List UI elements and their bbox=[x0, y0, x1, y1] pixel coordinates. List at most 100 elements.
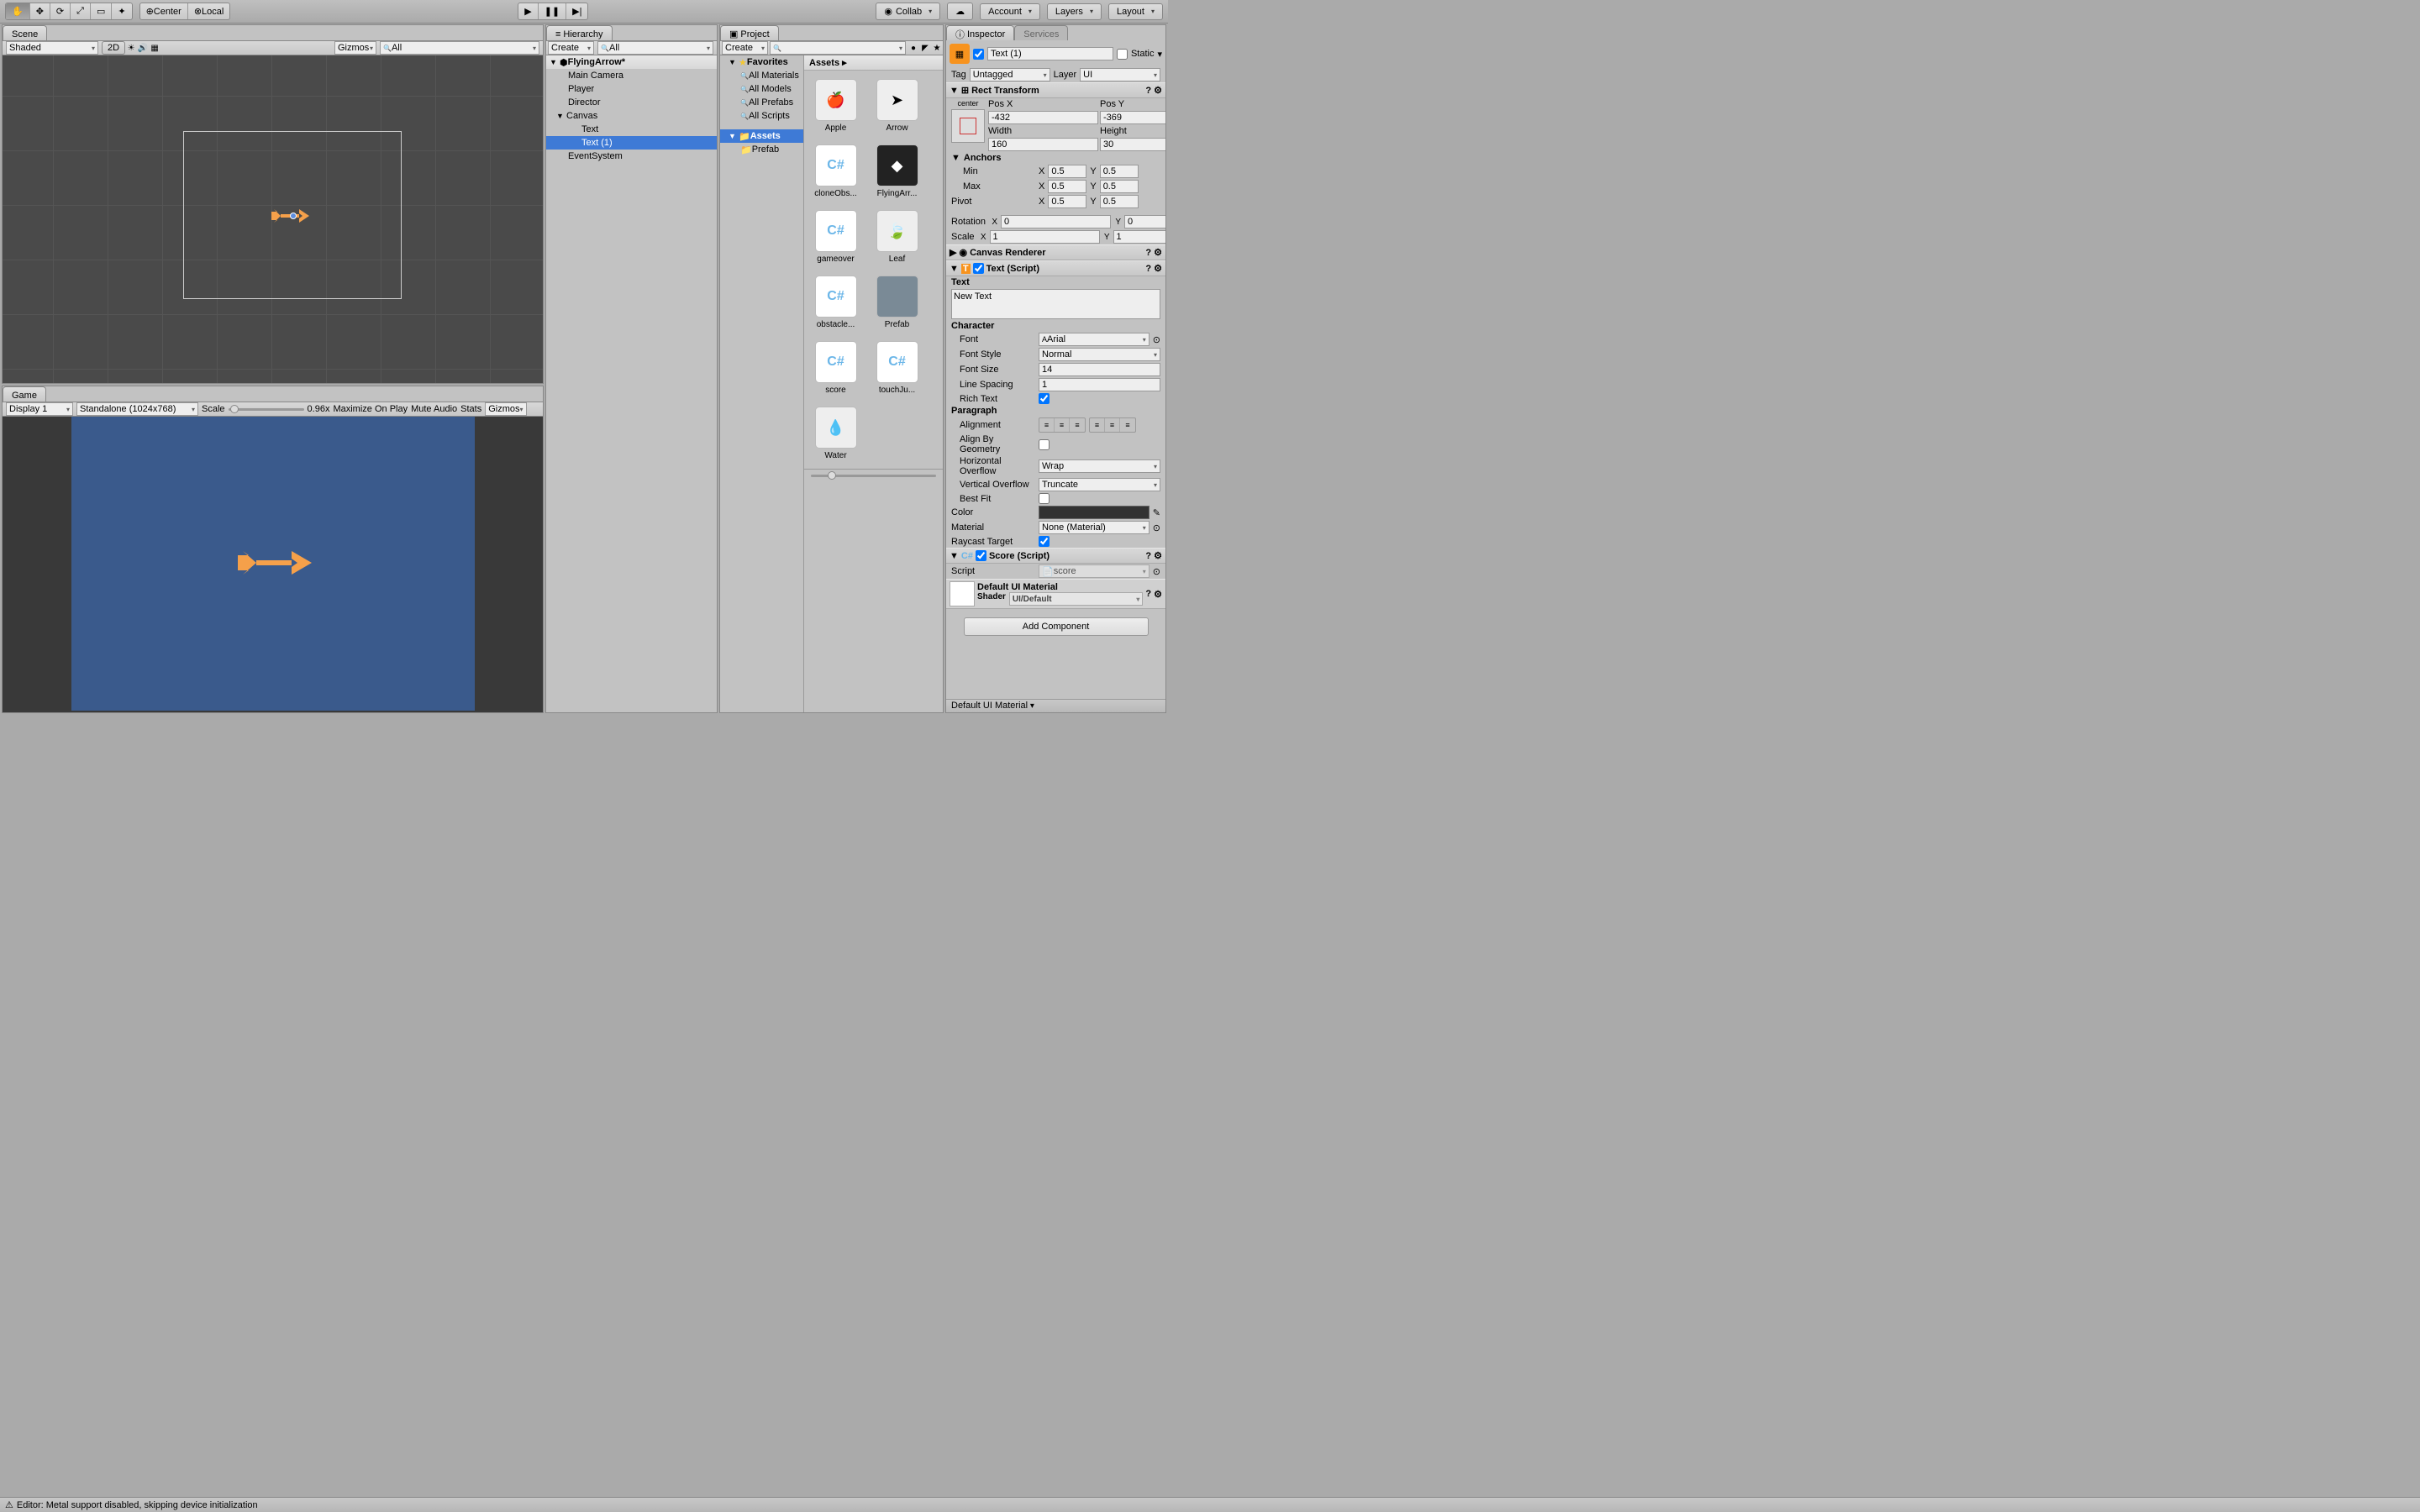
aspect-dropdown[interactable]: Standalone (1024x768) bbox=[76, 402, 198, 416]
assets-folder[interactable]: 📁 Prefab bbox=[720, 143, 803, 156]
gizmos-dropdown[interactable]: Gizmos bbox=[334, 41, 376, 55]
richtext-checkbox[interactable] bbox=[1039, 393, 1050, 404]
hierarchy-item-selected[interactable]: Text (1) bbox=[546, 136, 717, 150]
v-align-group[interactable]: ≡≡≡ bbox=[1089, 417, 1136, 433]
asset-item[interactable]: 🍎Apple bbox=[813, 79, 859, 133]
multi-tool-icon[interactable]: ✦ bbox=[112, 3, 131, 19]
anchors-foldout[interactable]: Anchors bbox=[964, 153, 1002, 163]
project-breadcrumb[interactable]: Assets ▸ bbox=[804, 55, 943, 71]
gizmo-pivot-icon[interactable] bbox=[290, 213, 297, 219]
shader-dropdown[interactable]: UI/Default bbox=[1009, 592, 1143, 606]
gear-icon[interactable]: ⚙ bbox=[1154, 550, 1162, 561]
rotate-tool-icon[interactable]: ⟳ bbox=[50, 3, 71, 19]
gear-icon[interactable]: ⚙ bbox=[1154, 247, 1162, 258]
star-icon[interactable]: ★ bbox=[931, 42, 943, 54]
help-icon[interactable]: ? bbox=[1145, 264, 1151, 274]
bestfit-checkbox[interactable] bbox=[1039, 493, 1050, 504]
services-tab[interactable]: Services bbox=[1014, 25, 1068, 40]
asset-item[interactable]: 💧Water bbox=[813, 407, 859, 460]
fav-item[interactable]: All Prefabs bbox=[720, 96, 803, 109]
hierarchy-item[interactable]: Player bbox=[546, 82, 717, 96]
asset-item[interactable]: 🍃Leaf bbox=[874, 210, 920, 264]
fav-item[interactable]: All Materials bbox=[720, 69, 803, 82]
collab-button[interactable]: ◉ Collab bbox=[876, 3, 940, 20]
scl-x[interactable] bbox=[990, 230, 1100, 244]
play-controls[interactable]: ▶ ❚❚ ▶| bbox=[518, 3, 588, 20]
max-on-play-toggle[interactable]: Maximize On Play bbox=[333, 404, 408, 414]
hierarchy-item[interactable]: EventSystem bbox=[546, 150, 717, 163]
pos-y-field[interactable] bbox=[1100, 111, 1165, 124]
pivot-y[interactable] bbox=[1100, 195, 1139, 208]
asset-item[interactable]: C#touchJu... bbox=[874, 341, 920, 395]
layout-dropdown[interactable]: Layout bbox=[1108, 3, 1163, 20]
hierarchy-item[interactable]: Text bbox=[546, 123, 717, 136]
static-checkbox[interactable] bbox=[1117, 49, 1128, 60]
account-dropdown[interactable]: Account bbox=[980, 3, 1040, 20]
asset-item[interactable]: C#cloneObs... bbox=[813, 144, 859, 198]
hierarchy-search[interactable]: All bbox=[597, 41, 713, 55]
hierarchy-item[interactable]: ▼Canvas bbox=[546, 109, 717, 123]
game-tab[interactable]: Game bbox=[3, 386, 46, 402]
asset-item[interactable]: C#obstacle... bbox=[813, 276, 859, 329]
step-icon[interactable]: ▶| bbox=[566, 3, 587, 19]
pivot-x[interactable] bbox=[1048, 195, 1086, 208]
material-field[interactable]: None (Material) bbox=[1039, 521, 1150, 534]
asset-item[interactable]: ◆FlyingArr... bbox=[874, 144, 920, 198]
scale-tool-icon[interactable]: ⤢ bbox=[71, 3, 91, 19]
score-script-header[interactable]: Score (Script) bbox=[989, 551, 1050, 561]
project-search[interactable] bbox=[770, 41, 906, 55]
voverflow-dropdown[interactable]: Truncate bbox=[1039, 478, 1160, 491]
add-component-button[interactable]: Add Component bbox=[964, 617, 1149, 636]
scene-tab[interactable]: Scene bbox=[3, 25, 47, 40]
mute-audio-toggle[interactable]: Mute Audio bbox=[411, 404, 457, 414]
rot-y[interactable] bbox=[1124, 215, 1165, 228]
asset-item[interactable]: C#score bbox=[813, 341, 859, 395]
hoverflow-dropdown[interactable]: Wrap bbox=[1039, 459, 1160, 473]
gear-icon[interactable]: ⚙ bbox=[1154, 85, 1162, 96]
filter-icon[interactable]: ● bbox=[908, 42, 919, 54]
help-icon[interactable]: ? bbox=[1145, 589, 1151, 599]
assets-root[interactable]: ▼📁 Assets bbox=[720, 129, 803, 143]
color-field[interactable] bbox=[1039, 506, 1150, 519]
project-tab[interactable]: ▣ Project bbox=[720, 25, 779, 40]
help-icon[interactable]: ? bbox=[1145, 248, 1151, 258]
pivot-center-button[interactable]: ⊕ Center bbox=[140, 3, 188, 19]
canvas-renderer-header[interactable]: Canvas Renderer bbox=[970, 248, 1046, 258]
gear-icon[interactable]: ⚙ bbox=[1154, 263, 1162, 274]
raycast-checkbox[interactable] bbox=[1039, 536, 1050, 547]
scene-search[interactable]: All bbox=[380, 41, 539, 55]
height-field[interactable] bbox=[1100, 138, 1165, 151]
scl-y[interactable] bbox=[1113, 230, 1165, 244]
object-picker-icon[interactable]: ⊙ bbox=[1153, 522, 1160, 533]
pos-x-field[interactable] bbox=[988, 111, 1098, 124]
project-create-dropdown[interactable]: Create bbox=[722, 41, 768, 55]
pivot-handle-toggle[interactable]: ⊕ Center ⊗ Local bbox=[139, 3, 231, 20]
fx-icon[interactable]: ▦ bbox=[149, 42, 160, 54]
audio-icon[interactable]: 🔊 bbox=[137, 42, 149, 54]
scene-shading-dropdown[interactable]: Shaded bbox=[6, 41, 98, 55]
label-icon[interactable]: ◤ bbox=[919, 42, 931, 54]
asset-item[interactable]: Prefab bbox=[874, 276, 920, 329]
hierarchy-item[interactable]: Main Camera bbox=[546, 69, 717, 82]
anchor-preset-button[interactable] bbox=[951, 109, 985, 143]
scale-slider[interactable] bbox=[229, 408, 304, 411]
layers-dropdown[interactable]: Layers bbox=[1047, 3, 1102, 20]
stats-toggle[interactable]: Stats bbox=[460, 404, 481, 414]
rot-x[interactable] bbox=[1001, 215, 1111, 228]
score-enabled[interactable] bbox=[976, 550, 986, 561]
hierarchy-tab[interactable]: ≡ Hierarchy bbox=[546, 25, 613, 40]
hierarchy-item[interactable]: Director bbox=[546, 96, 717, 109]
fav-item[interactable]: All Scripts bbox=[720, 109, 803, 123]
text-enabled[interactable] bbox=[973, 263, 984, 274]
inspector-tab[interactable]: ⓘ Inspector bbox=[946, 25, 1014, 40]
object-picker-icon[interactable]: ⊙ bbox=[1153, 566, 1160, 577]
fav-item[interactable]: All Models bbox=[720, 82, 803, 96]
asset-item[interactable]: C#gameover bbox=[813, 210, 859, 264]
pivot-local-button[interactable]: ⊗ Local bbox=[188, 3, 230, 19]
cloud-icon[interactable]: ☁ bbox=[947, 3, 973, 20]
h-align-group[interactable]: ≡≡≡ bbox=[1039, 417, 1086, 433]
rect-tool-icon[interactable]: ▭ bbox=[91, 3, 112, 19]
eyedropper-icon[interactable]: ✎ bbox=[1153, 507, 1160, 518]
scene-2d-toggle[interactable]: 2D bbox=[102, 41, 125, 55]
layer-dropdown[interactable]: UI bbox=[1080, 68, 1160, 81]
